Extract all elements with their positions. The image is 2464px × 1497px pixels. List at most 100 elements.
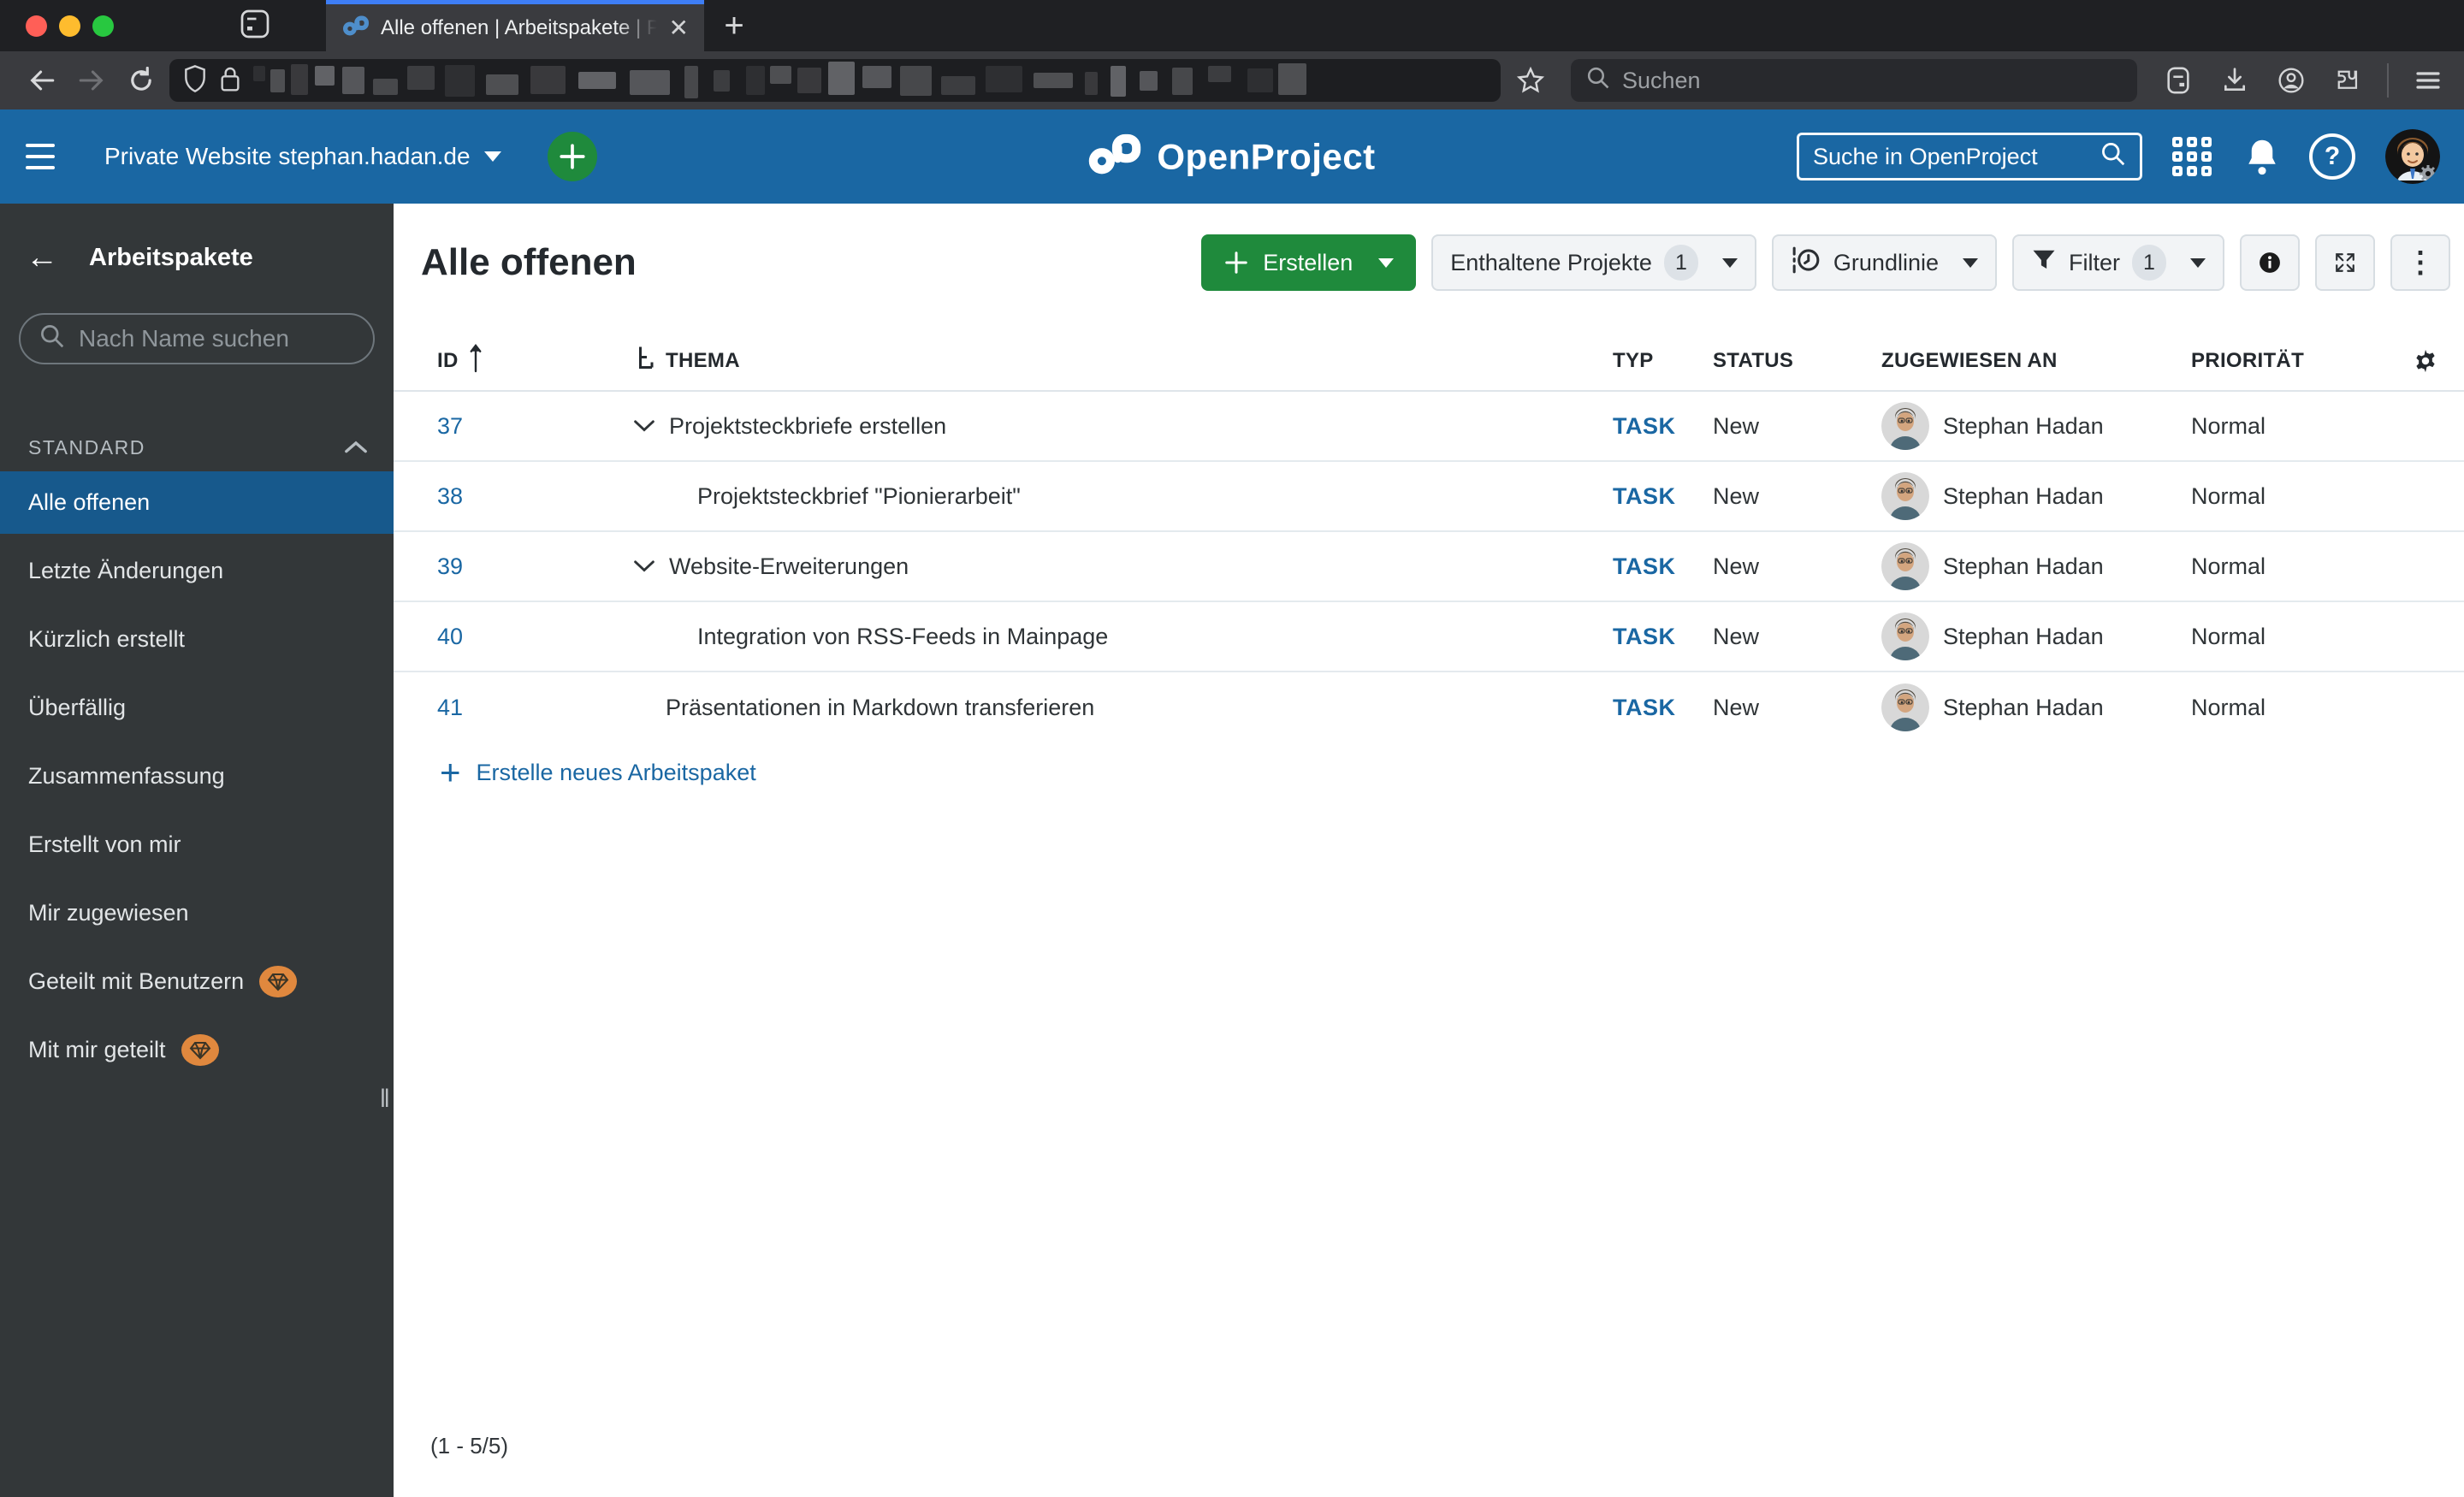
page-title: Alle offenen (421, 241, 637, 283)
account-icon[interactable] (2267, 58, 2315, 103)
chevron-down-icon (1963, 257, 1978, 268)
modules-grid-icon[interactable] (2165, 129, 2219, 184)
work-package-id-link[interactable]: 40 (437, 624, 463, 650)
sidebar-item-zusammenfassung[interactable]: Zusammenfassung (0, 745, 394, 808)
search-icon (2100, 141, 2126, 173)
quick-add-button[interactable] (547, 132, 597, 181)
sidebar-item-label: Mir zugewiesen (28, 900, 189, 926)
create-work-package-link[interactable]: + Erstelle neues Arbeitspaket (440, 754, 2464, 790)
sidebar-menu: Alle offenen Letzte Änderungen Kürzlich … (0, 471, 394, 1081)
table-row[interactable]: 38 Projektsteckbrief "Pionierarbeit" TAS… (394, 462, 2464, 532)
new-tab-button[interactable]: + (704, 0, 764, 51)
collapse-chevron-icon[interactable] (633, 559, 655, 574)
baseline-button[interactable]: Grundlinie (1771, 234, 1997, 291)
project-name: Private Website stephan.hadan.de (104, 143, 471, 169)
sidebar-section-header[interactable]: STANDARD (28, 436, 368, 459)
filter-funnel-icon (2031, 247, 2057, 279)
work-packages-main: Alle offenen Erstellen Enthaltene Projek… (394, 204, 2464, 1497)
openproject-logo[interactable]: OpenProject (1088, 133, 1375, 180)
work-package-id-link[interactable]: 38 (437, 483, 463, 510)
close-window-button[interactable] (26, 15, 47, 37)
browser-tab[interactable]: Alle offenen | Arbeitspakete | Pri ✕ (326, 0, 704, 51)
sidebar-item-alle-offenen[interactable]: Alle offenen (0, 471, 394, 534)
header-icon-group: ? (2165, 129, 2440, 184)
sidebar-item-geteilt-mit-benutzern[interactable]: Geteilt mit Benutzern (0, 950, 394, 1013)
column-header-priority[interactable]: PRIORITÄT (2170, 349, 2387, 373)
chevron-down-icon (483, 151, 501, 162)
extensions-puzzle-icon[interactable] (2324, 58, 2372, 103)
sidebar-item-mir-zugewiesen[interactable]: Mir zugewiesen (0, 882, 394, 944)
sidebar-item-überfällig[interactable]: Überfällig (0, 677, 394, 739)
help-icon[interactable]: ? (2305, 129, 2360, 184)
tab-close-icon[interactable]: ✕ (669, 15, 689, 40)
global-search-field[interactable]: Suche in OpenProject (1797, 133, 2142, 180)
subject-cell: Projektsteckbrief "Pionierarbeit" (582, 483, 1591, 510)
back-icon[interactable] (21, 58, 63, 103)
hierarchy-icon (637, 346, 657, 377)
table-row[interactable]: 40 Integration von RSS-Feeds in Mainpage… (394, 602, 2464, 672)
create-button[interactable]: Erstellen (1201, 234, 1417, 291)
sidebar-item-label: Überfällig (28, 695, 127, 720)
sidebar-item-erstellt-von-mir[interactable]: Erstellt von mir (0, 814, 394, 876)
sidebar-search-placeholder: Nach Name suchen (79, 325, 289, 352)
sidebar-item-mit-mir-geteilt[interactable]: Mit mir geteilt (0, 1019, 394, 1081)
collapse-chevron-icon[interactable] (633, 418, 655, 434)
app-menu-icon[interactable] (2404, 58, 2452, 103)
work-package-id-link[interactable]: 41 (437, 695, 463, 721)
fullscreen-button[interactable] (2315, 234, 2375, 291)
zoom-window-button[interactable] (92, 15, 114, 37)
sidebar-item-letzte-änderungen[interactable]: Letzte Änderungen (0, 540, 394, 602)
type-cell: TASK (1613, 553, 1676, 579)
column-header-id[interactable]: ID (394, 343, 582, 380)
browser-search-field[interactable]: Suchen (1571, 59, 2137, 102)
tab-manager-icon[interactable] (2154, 58, 2202, 103)
sidebar-search-input[interactable]: Nach Name suchen (19, 313, 375, 364)
browser-tab-bar: Alle offenen | Arbeitspakete | Pri ✕ + (0, 0, 2464, 51)
column-header-status[interactable]: STATUS (1691, 349, 1860, 373)
work-package-id-link[interactable]: 39 (437, 553, 463, 580)
url-bar[interactable] (169, 59, 1501, 102)
enterprise-diamond-icon (181, 1034, 219, 1066)
sidebar-title: Arbeitspakete (89, 243, 253, 271)
table-settings-gear-icon[interactable] (2387, 348, 2464, 374)
column-header-assignee[interactable]: ZUGEWIESEN AN (1860, 349, 2170, 373)
sidebar-resize-handle[interactable]: ‖ (380, 1085, 392, 1114)
baseline-icon (1791, 245, 1821, 281)
notifications-bell-icon[interactable] (2235, 129, 2289, 184)
assignee-avatar (1881, 612, 1929, 660)
lock-icon[interactable] (219, 65, 241, 97)
user-avatar[interactable] (2385, 129, 2440, 184)
sidebar-item-kürzlich-erstellt[interactable]: Kürzlich erstellt (0, 608, 394, 671)
included-projects-button[interactable]: Enthaltene Projekte 1 (1431, 234, 1756, 291)
assignee-name[interactable]: Stephan Hadan (1943, 483, 2104, 510)
forward-icon[interactable] (70, 58, 113, 103)
filter-button[interactable]: Filter 1 (2012, 234, 2224, 291)
tracking-protection-shield-icon[interactable] (183, 64, 207, 97)
assignee-name[interactable]: Stephan Hadan (1943, 695, 2104, 721)
work-packages-sidebar: ← Arbeitspakete Nach Name suchen STANDAR… (0, 204, 394, 1497)
table-row[interactable]: 37 Projektsteckbriefe erstellen TASK New (394, 392, 2464, 462)
assignee-name[interactable]: Stephan Hadan (1943, 553, 2104, 580)
pagination-info: (1 - 5/5) (430, 1433, 509, 1459)
sidebar-item-label: Mit mir geteilt (28, 1037, 166, 1062)
column-header-subject[interactable]: THEMA (582, 346, 1591, 377)
firefox-sidebar-toggle-button[interactable] (225, 0, 285, 51)
more-options-kebab-button[interactable]: ⋮ (2390, 234, 2450, 291)
project-select-dropdown[interactable]: Private Website stephan.hadan.de (104, 143, 501, 170)
table-row[interactable]: 41 Präsentationen in Markdown transferie… (394, 672, 2464, 743)
downloads-icon[interactable] (2211, 58, 2259, 103)
sort-ascending-icon (469, 343, 483, 380)
minimize-window-button[interactable] (59, 15, 80, 37)
reload-icon[interactable] (120, 58, 163, 103)
work-package-id-cell: 39 (394, 553, 582, 580)
assignee-name[interactable]: Stephan Hadan (1943, 624, 2104, 650)
back-arrow-icon[interactable]: ← (26, 241, 58, 274)
work-package-id-cell: 38 (394, 483, 582, 510)
table-row[interactable]: 39 Website-Erweiterungen TASK New Stepha… (394, 532, 2464, 602)
info-button[interactable] (2240, 234, 2300, 291)
assignee-name[interactable]: Stephan Hadan (1943, 413, 2104, 440)
main-menu-toggle-icon[interactable] (26, 133, 74, 180)
work-package-id-link[interactable]: 37 (437, 413, 463, 440)
column-header-type[interactable]: TYP (1591, 349, 1691, 373)
bookmark-star-icon[interactable] (1509, 58, 1552, 103)
